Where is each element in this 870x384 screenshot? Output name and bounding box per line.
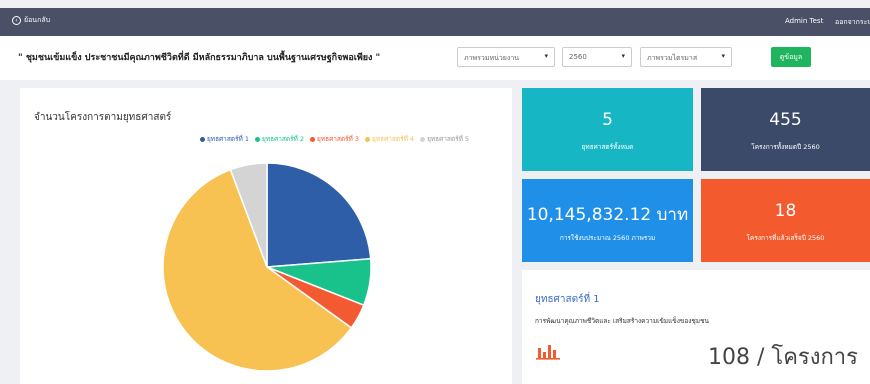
strategy-project-count: 108 / โครงการ xyxy=(708,345,858,370)
strategy-title[interactable]: ยุทธศาสตร์ที่ 1 xyxy=(535,292,600,307)
top-bar: ‹ ย้อนกลับ Admin Test ออกจากระบบ xyxy=(0,8,870,36)
agency-select[interactable]: ภาพรวมหน่วยงาน ▾ xyxy=(457,47,555,67)
back-button[interactable]: ‹ ย้อนกลับ xyxy=(12,15,50,26)
tile-label: โครงการที่แล้วเสร็จปี 2560 xyxy=(746,234,825,242)
back-icon: ‹ xyxy=(12,16,21,25)
tile-completed[interactable]: 18 โครงการที่แล้วเสร็จปี 2560 xyxy=(701,179,870,262)
chart-card: จำนวนโครงการตามยุทธศาสตร์ ยุทธศาสตร์ที่ … xyxy=(20,88,512,384)
chevron-down-icon: ▾ xyxy=(621,52,625,60)
quarter-select-value: ภาพรวมไตรมาส xyxy=(647,54,698,62)
bar-chart-icon xyxy=(536,345,560,360)
year-select-value: 2560 xyxy=(569,53,587,61)
chevron-down-icon: ▾ xyxy=(721,52,725,60)
tile-value: 10,145,832.12 บาท xyxy=(526,205,689,225)
tile-budget[interactable]: 10,145,832.12 บาท การใช้งบประมาณ 2560 ภา… xyxy=(522,179,693,262)
chevron-down-icon: ▾ xyxy=(544,52,548,60)
pie-chart xyxy=(162,162,372,372)
search-button[interactable]: ดูข้อมูล xyxy=(771,47,811,67)
tile-label: ยุทธศาสตร์ทั้งหมด xyxy=(581,143,634,151)
tile-label: การใช้งบประมาณ 2560 ภาพรวม xyxy=(559,234,656,242)
dashboard: ‹ ย้อนกลับ Admin Test ออกจากระบบ " ชุมชน… xyxy=(0,0,870,384)
logout-link[interactable]: ออกจากระบบ xyxy=(835,17,870,28)
tile-value: 455 xyxy=(769,110,802,130)
strategy-card: ยุทธศาสตร์ที่ 1 การพัฒนาคุณภาพชีวิตและ เ… xyxy=(522,270,870,384)
tile-projects[interactable]: 455 โครงการทั้งหมดปี 2560 xyxy=(701,88,870,171)
tile-strategies[interactable]: 5 ยุทธศาสตร์ทั้งหมด xyxy=(522,88,693,171)
user-name[interactable]: Admin Test xyxy=(785,17,823,25)
pie-slice-1[interactable] xyxy=(266,162,372,268)
tile-value: 5 xyxy=(602,110,613,130)
year-select[interactable]: 2560 ▾ xyxy=(562,47,632,67)
tile-label: โครงการทั้งหมดปี 2560 xyxy=(751,143,820,151)
header-row: " ชุมชนเข้มแข็ง ประชาชนมีคุณภาพชีวิตที่ด… xyxy=(0,36,870,80)
strategy-description: การพัฒนาคุณภาพชีวิตและ เสริมสร้างความเข้… xyxy=(535,317,709,325)
back-label: ย้อนกลับ xyxy=(24,16,51,24)
quarter-select[interactable]: ภาพรวมไตรมาส ▾ xyxy=(640,47,732,67)
tile-value: 18 xyxy=(774,201,797,221)
page-title: " ชุมชนเข้มแข็ง ประชาชนมีคุณภาพชีวิตที่ด… xyxy=(18,53,381,63)
agency-select-value: ภาพรวมหน่วยงาน xyxy=(464,54,520,62)
